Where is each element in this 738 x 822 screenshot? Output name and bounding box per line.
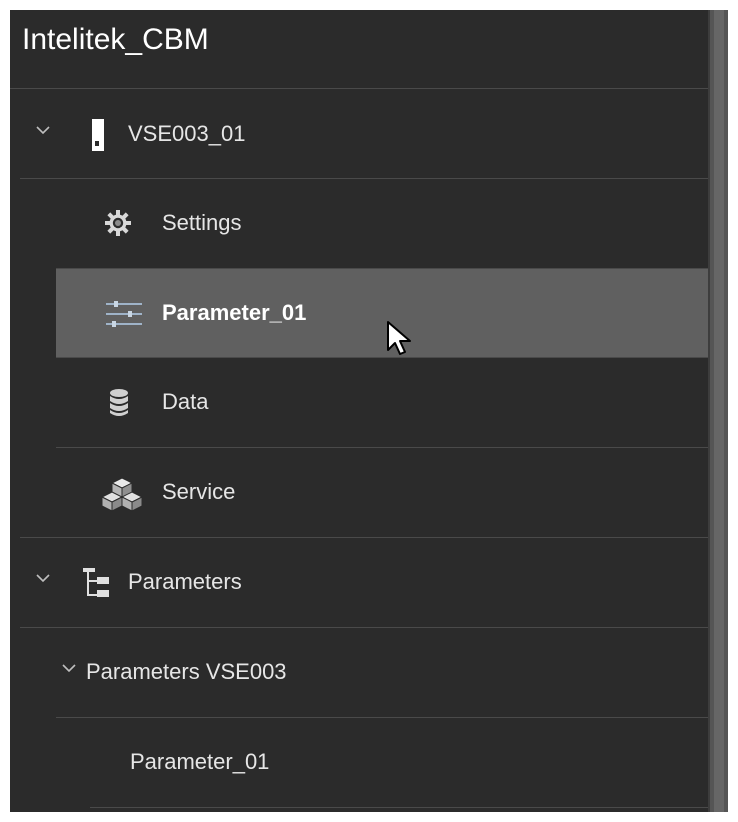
vertical-scrollbar[interactable] [708, 10, 728, 812]
cubes-icon [100, 477, 144, 512]
mouse-cursor-icon [387, 321, 411, 355]
sliders-icon [106, 301, 142, 327]
device-icon [92, 119, 104, 151]
tree-item-device[interactable]: VSE003_01 [20, 90, 708, 178]
tree-item-label: VSE003_01 [128, 121, 246, 146]
tree-panel: Intelitek_CBM VSE003_01 Settings Paramet… [10, 10, 708, 812]
tree-item-label: Service [162, 479, 236, 504]
tree-item-label: Data [162, 389, 209, 414]
tree-item-service[interactable]: Service [56, 448, 708, 536]
tree-item-parameters[interactable]: Parameters [20, 538, 708, 626]
tree-item-label: Parameter_01 [130, 749, 270, 774]
tree-item-settings[interactable]: Settings [56, 179, 708, 267]
chevron-down-icon[interactable] [36, 125, 50, 135]
hierarchy-icon [83, 568, 109, 597]
tree-item-parameters-vse003[interactable]: Parameters VSE003 [56, 628, 708, 716]
tree-item-data[interactable]: Data [56, 358, 708, 446]
tree-item-label: Parameter_01 [162, 300, 307, 325]
tree-item-parameter-01[interactable]: Parameter_01 [56, 269, 708, 357]
app-title: Intelitek_CBM [22, 23, 209, 56]
tree-item-label: Settings [162, 210, 242, 235]
tree-item-label: Parameters [128, 569, 242, 594]
tree-item-parameter-01-leaf[interactable]: Parameter_01 [90, 718, 708, 806]
tree-item-label: Parameters VSE003 [86, 659, 287, 684]
divider [10, 88, 708, 89]
divider [90, 807, 708, 808]
chevron-down-icon[interactable] [36, 573, 50, 583]
chevron-down-icon[interactable] [62, 663, 76, 673]
gear-icon [105, 210, 131, 236]
database-icon [110, 389, 128, 416]
scrollbar-thumb[interactable] [714, 10, 724, 812]
